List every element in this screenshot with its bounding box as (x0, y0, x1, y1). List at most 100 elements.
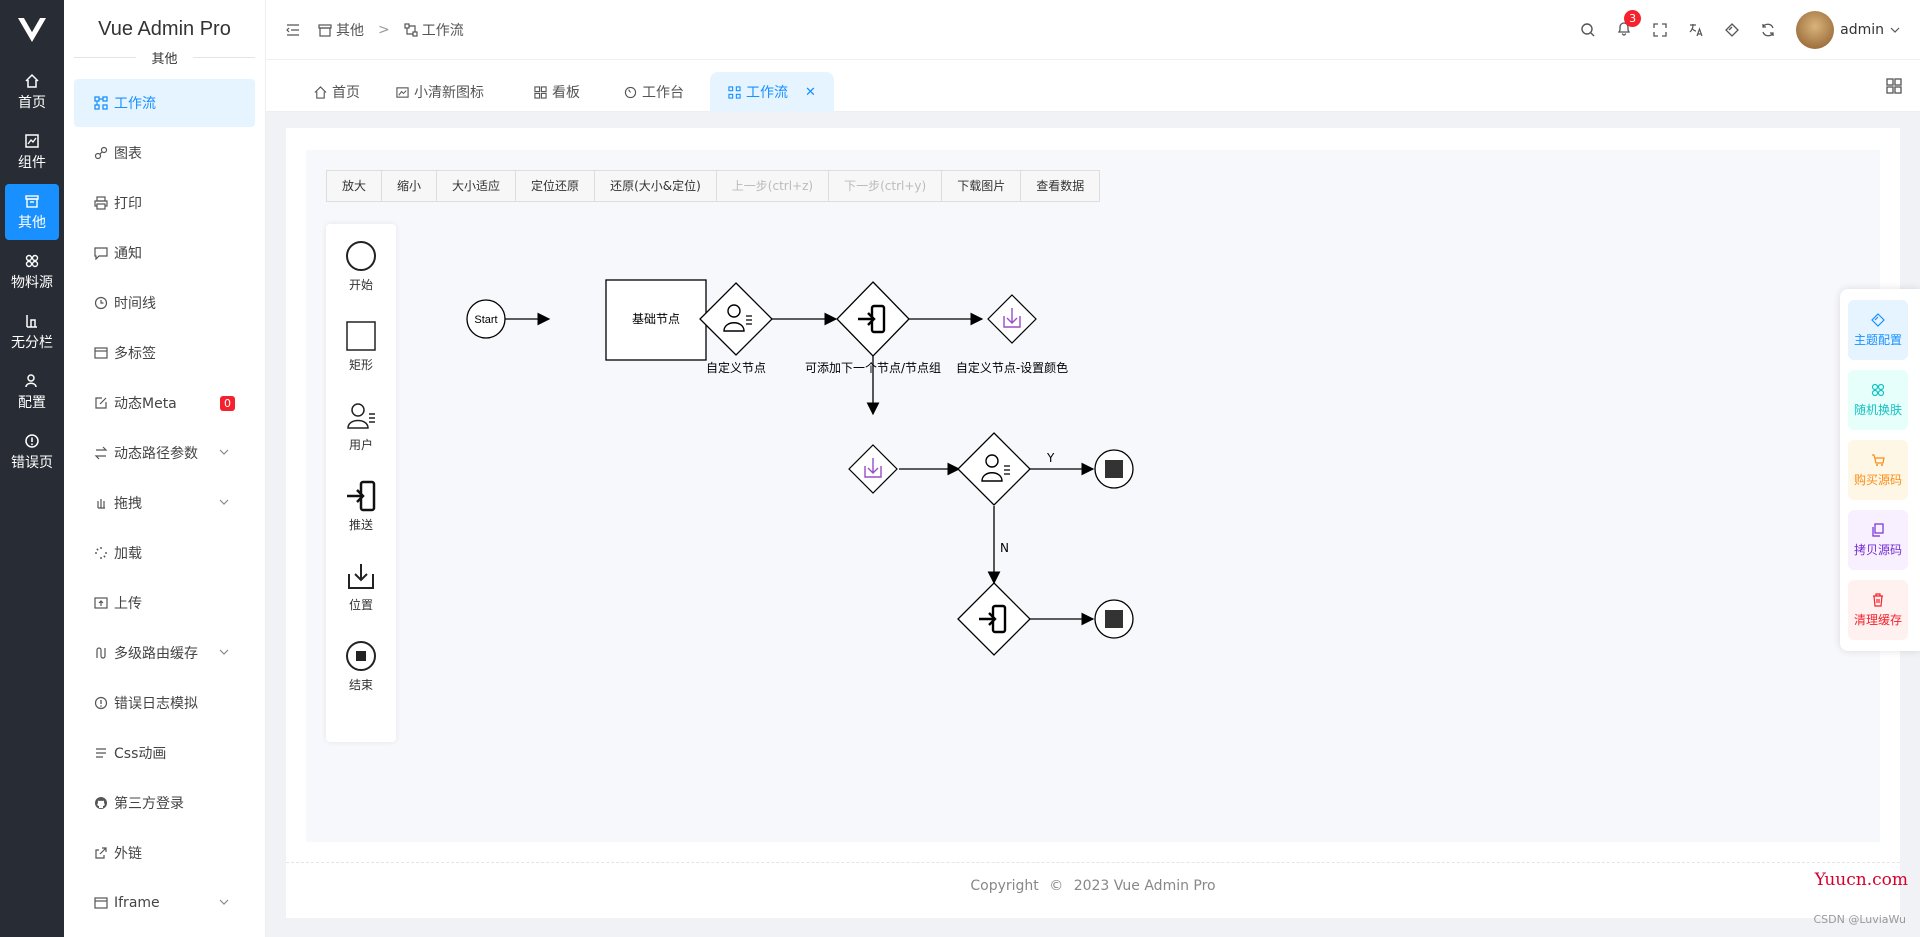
iframe-icon (94, 897, 108, 909)
close-icon[interactable]: ✕ (805, 85, 816, 100)
rail-item-home[interactable]: 首页 (5, 64, 59, 120)
image-icon (396, 86, 409, 98)
loading-icon (95, 547, 107, 559)
collapse-menu-icon[interactable] (286, 23, 300, 37)
user-menu[interactable]: admin (1796, 11, 1900, 49)
notification-button[interactable]: 3 (1616, 10, 1642, 40)
custom-color-node-label: 自定义节点-设置颜色 (956, 360, 1068, 375)
user-decision-node[interactable] (957, 432, 1031, 506)
menu-label: Iframe (114, 895, 160, 911)
rail-item-no-column[interactable]: 无分栏 (5, 304, 59, 360)
push-node-2[interactable] (957, 582, 1031, 656)
end-node-yes[interactable] (1094, 449, 1134, 489)
flow-graph: Y N Start 基础节点 自定义节点 可添加下一个节点/节点组 自定义节点-… (466, 279, 1134, 656)
tab-label: 看板 (552, 85, 580, 101)
menu-label: 通知 (114, 246, 142, 262)
start-node-label: Start (474, 314, 497, 326)
tab-home[interactable]: 首页 (296, 72, 378, 112)
copy-source-button[interactable]: 拷贝源码 (1848, 510, 1908, 570)
float-label: 清理缓存 (1853, 612, 1902, 627)
menu-item-iframe[interactable]: Iframe (74, 879, 255, 927)
app-title: Vue Admin Pro (98, 18, 231, 40)
menu-item-css-animation[interactable]: Css动画 (74, 729, 255, 777)
tab-kanban[interactable]: 看板 (516, 72, 598, 112)
copy-icon (1872, 522, 1884, 537)
colored-position-node[interactable] (987, 294, 1037, 344)
menu-item-drag[interactable]: 拖拽 (74, 479, 255, 527)
chart-icon (94, 146, 108, 160)
gauge-icon (624, 86, 637, 98)
rail-item-material[interactable]: 物料源 (5, 244, 59, 300)
tabs-bar: 首页 小清新图标 看板 工作台 工作流 ✕ (266, 60, 1920, 112)
rail-label: 无分栏 (11, 334, 53, 351)
copyright-text: Copyright (970, 878, 1039, 894)
skin-icon (1871, 383, 1885, 396)
github-icon (95, 797, 107, 809)
clear-cache-button[interactable]: 清理缓存 (1848, 580, 1908, 640)
tab-label: 工作流 (746, 85, 788, 101)
menu-item-chart[interactable]: 图表 (74, 129, 255, 177)
rail-label: 物料源 (11, 274, 53, 291)
menu-item-external-link[interactable]: 外链 (74, 829, 255, 877)
rail-item-error[interactable]: 错误页 (5, 424, 59, 480)
float-label: 拷贝源码 (1853, 542, 1902, 557)
top-header: 其他 > 工作流 3 admin (266, 0, 1920, 60)
css-icon (96, 748, 106, 758)
menu-item-upload[interactable]: 上传 (74, 579, 255, 627)
position-node-2[interactable] (848, 444, 898, 494)
warning-icon (94, 696, 108, 710)
menu-item-dynamic-path[interactable]: 动态路径参数 (74, 429, 255, 477)
chevron-down-icon (219, 449, 229, 455)
flow-canvas[interactable]: 放大 缩小 大小适应 定位还原 还原(大小&定位) 上一步(ctrl+z) 下一… (306, 150, 1880, 842)
start-node[interactable]: Start (466, 299, 506, 339)
tab-workflow[interactable]: 工作流 ✕ (710, 72, 834, 112)
copyright-year: 2023 Vue Admin Pro (1073, 878, 1216, 894)
menu-item-loading[interactable]: 加载 (74, 529, 255, 577)
logo[interactable] (0, 0, 64, 60)
tab-workbench[interactable]: 工作台 (606, 72, 702, 112)
rail-item-config[interactable]: 配置 (5, 364, 59, 420)
theme-config-button[interactable]: 主题配置 (1848, 300, 1908, 360)
menu-label: 上传 (114, 596, 142, 612)
translate-icon[interactable] (1688, 22, 1704, 38)
menu-label: 多标签 (114, 346, 156, 362)
dashboard-icon (534, 85, 547, 99)
search-icon[interactable] (1580, 22, 1596, 38)
upload-icon (94, 597, 108, 609)
tab-label: 首页 (332, 85, 360, 101)
sub-sidebar: Vue Admin Pro 其他 工作流 图表 打印 通知 时间线 多标签 动态… (64, 0, 266, 937)
rail-label: 组件 (18, 154, 46, 171)
menu-item-dynamic-meta[interactable]: 动态Meta 0 (74, 379, 255, 427)
base-node[interactable]: 基础节点 (605, 279, 707, 361)
breadcrumb-item-workflow[interactable]: 工作流 (422, 20, 464, 40)
theme-icon[interactable] (1724, 22, 1740, 38)
refresh-icon[interactable] (1760, 22, 1776, 38)
tabs-more-icon[interactable] (1886, 78, 1902, 94)
tab-icons[interactable]: 小清新图标 (378, 72, 502, 112)
rail-item-components[interactable]: 组件 (5, 124, 59, 180)
random-skin-button[interactable]: 随机换肤 (1848, 370, 1908, 430)
main-content: 放大 缩小 大小适应 定位还原 还原(大小&定位) 上一步(ctrl+z) 下一… (286, 128, 1900, 918)
buy-source-button[interactable]: 购买源码 (1848, 440, 1908, 500)
menu-item-timeline[interactable]: 时间线 (74, 279, 255, 327)
menu-item-print[interactable]: 打印 (74, 179, 255, 227)
menu-item-notice[interactable]: 通知 (74, 229, 255, 277)
breadcrumb-item-other[interactable]: 其他 (336, 20, 364, 40)
menu-item-route-cache[interactable]: 多级路由缓存 (74, 629, 255, 677)
custom-node-label: 自定义节点 (706, 360, 766, 375)
end-node-no[interactable] (1094, 599, 1134, 639)
menu-item-workflow[interactable]: 工作流 (74, 79, 255, 127)
menu-item-multi-tabs[interactable]: 多标签 (74, 329, 255, 377)
custom-user-node[interactable] (699, 282, 773, 356)
fullscreen-icon[interactable] (1652, 22, 1668, 38)
menu-item-third-login[interactable]: 第三方登录 (74, 779, 255, 827)
rail-item-other[interactable]: 其他 (5, 184, 59, 240)
notification-badge: 3 (1624, 10, 1642, 27)
tab-label: 工作台 (642, 85, 684, 101)
chevron-down-icon (1890, 27, 1900, 33)
menu-item-error-log[interactable]: 错误日志模拟 (74, 679, 255, 727)
push-node[interactable] (836, 281, 910, 357)
menu-label: 拖拽 (114, 496, 142, 512)
workflow-icon (404, 22, 418, 37)
watermark-author: CSDN @LuviaWu (1813, 913, 1906, 926)
